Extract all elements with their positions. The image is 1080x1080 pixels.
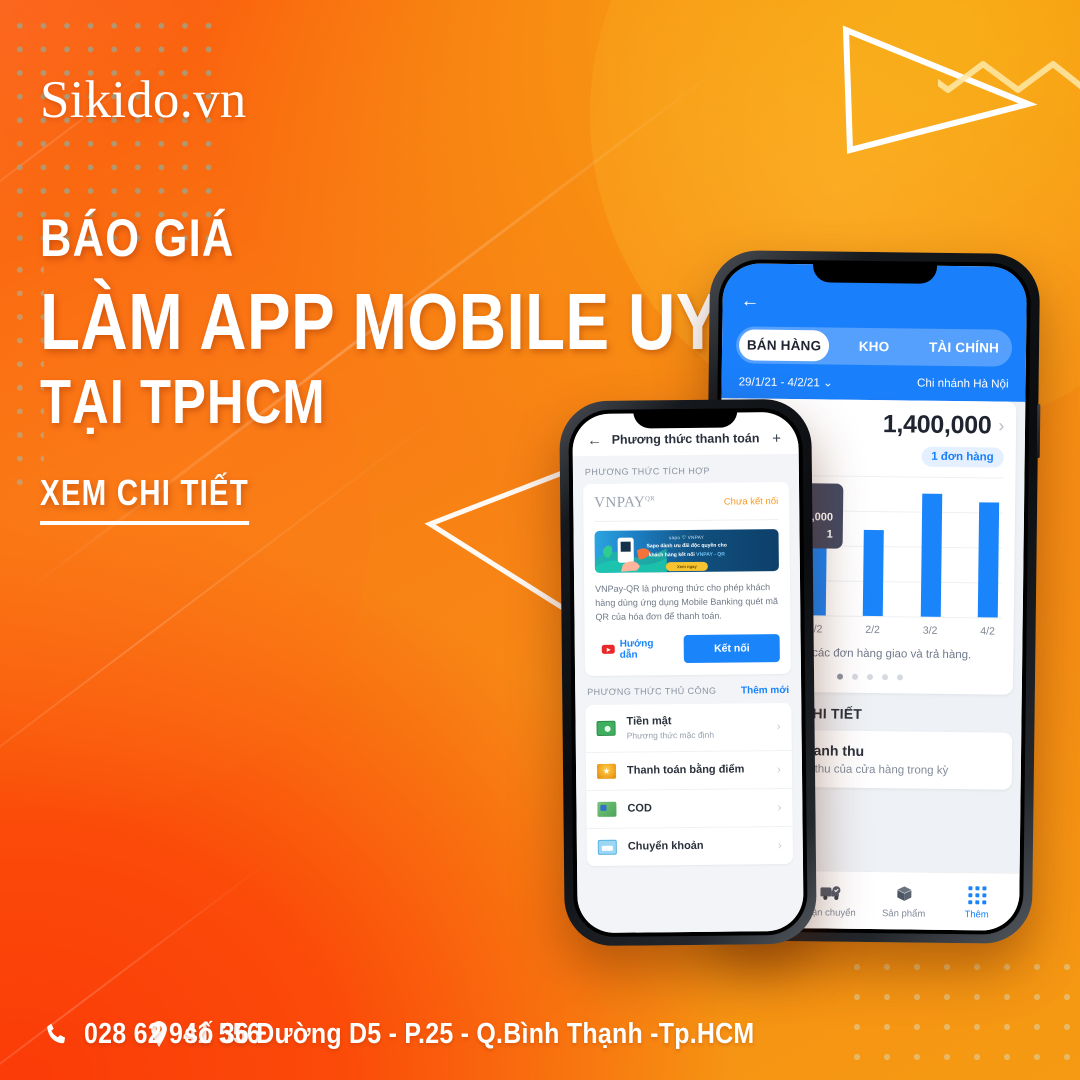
list-item-text: Tiền mật Phương thức mặc định: [626, 714, 765, 740]
chart-bar[interactable]: [920, 493, 942, 617]
method-subtitle: Phương thức mặc định: [626, 729, 715, 741]
chevron-right-icon: ›: [776, 762, 782, 777]
box-icon: [867, 882, 940, 905]
vnpay-card: VNPAYQR Chưa kết nối sapo ♡ VNPAY Sapo d…: [583, 481, 792, 676]
add-new-link[interactable]: Thêm mới: [741, 685, 789, 697]
chart-x-label: 3/2: [922, 624, 938, 637]
cta-wrapper: XEM CHI TIẾT: [40, 472, 295, 525]
arrow-left-icon[interactable]: ←: [740, 290, 1012, 313]
list-item[interactable]: Chuyển khoản ›: [587, 827, 793, 866]
grid-dots-icon: [940, 883, 1013, 906]
cash-icon: [596, 720, 616, 736]
vnpay-description: VNPay-QR là phương thức cho phép khách h…: [595, 582, 778, 623]
list-item[interactable]: Tiền mật Phương thức mặc định ›: [585, 702, 792, 753]
medal-icon: [596, 763, 617, 779]
method-title: Tiền mật: [626, 714, 672, 728]
phone-screen: ← Phương thức thanh toán + PHƯƠNG THỨC T…: [572, 411, 804, 934]
list-item[interactable]: COD ›: [586, 788, 793, 829]
youtube-play-icon: [601, 644, 615, 655]
headline-line-2: TẠI TPHCM: [40, 368, 326, 438]
chart-x-label: 4/2: [980, 625, 995, 638]
chevron-right-icon: ›: [777, 838, 782, 853]
plus-icon[interactable]: +: [768, 429, 784, 447]
branch-label[interactable]: Chi nhánh Hà Nội: [917, 377, 1009, 392]
phone-icon: [47, 1023, 66, 1044]
tab-them[interactable]: Thêm: [940, 883, 1013, 920]
section-label-integrated: PHƯƠNG THỨC TÍCH HỢP: [584, 465, 710, 478]
brand-logo[interactable]: Sikido.vn: [40, 70, 246, 130]
banner-cta-button[interactable]: Xem ngay: [665, 562, 708, 572]
revenue-amount: 1,400,000: [882, 410, 992, 440]
tab-kho[interactable]: KHO: [829, 330, 919, 362]
footer-address-text: số 36 Đường D5 - P.25 - Q.Bình Thạnh -Tp…: [184, 1017, 755, 1050]
banner-message-2: khách hàng kết nối VNPAY - QR: [648, 551, 725, 559]
vnpay-header-row: VNPAYQR Chưa kết nối: [594, 493, 779, 522]
phone-bezel: ← Phương thức thanh toán + PHƯƠNG THỨC T…: [568, 407, 808, 938]
tab-san-pham[interactable]: Sản phẩm: [867, 882, 940, 919]
see-details-link[interactable]: XEM CHI TIẾT: [40, 472, 249, 525]
chevron-down-icon: ⌄: [822, 376, 833, 390]
section-label-manual: PHƯƠNG THỨC THỦ CÔNG Thêm mới: [587, 684, 790, 698]
chart-bar[interactable]: [862, 530, 884, 617]
phone-frame: ← Phương thức thanh toán + PHƯƠNG THỨC T…: [559, 398, 817, 947]
headline-kicker: BÁO GIÁ: [40, 209, 235, 268]
method-title: Thanh toán bằng điểm: [626, 763, 745, 777]
list-item-text: COD: [627, 801, 766, 815]
list-item[interactable]: Thanh toán bằng điểm ›: [585, 750, 793, 791]
banner-brand: sapo ♡ VNPAY: [668, 534, 705, 541]
footer-address[interactable]: số 36 Đường D5 - P.25 - Q.Bình Thạnh -Tp…: [148, 1018, 847, 1051]
tab-label: Sản phẩm: [881, 907, 926, 920]
dashboard-header: ← BÁN HÀNG KHO TÀI CHÍNH 29/1/21 - 4/2/2…: [721, 263, 1028, 404]
dashboard-tabs: BÁN HÀNG KHO TÀI CHÍNH: [735, 326, 1013, 367]
page-title: Phương thức thanh toán: [611, 431, 760, 447]
chart-bar[interactable]: [977, 501, 1000, 618]
dot-grid-pattern: [8, 258, 44, 503]
arrow-left-icon[interactable]: ←: [586, 431, 602, 448]
chevron-right-icon: ›: [998, 415, 1005, 436]
cod-hand-money-icon: [597, 801, 617, 817]
banner-message-1: Sapo dành ưu đãi độc quyền cho: [646, 542, 727, 550]
vnpay-promo-banner[interactable]: sapo ♡ VNPAY Sapo dành ưu đãi độc quyền …: [594, 529, 779, 573]
payment-body: PHƯƠNG THỨC TÍCH HỢP VNPAYQR Chưa kết nố…: [572, 453, 804, 934]
guide-link[interactable]: Hướng dẫn: [596, 638, 674, 661]
method-title: COD: [627, 802, 652, 815]
zigzag-line-icon: [938, 61, 1080, 93]
headline-line-1: LÀM APP MOBILE UY TÍN: [40, 277, 844, 367]
payment-method-list: Tiền mật Phương thức mặc định › Thanh to…: [585, 702, 794, 866]
vnpay-status: Chưa kết nối: [723, 496, 779, 508]
footer-bar: 028 62 941 556 số 36 Đường D5 - P.25 - Q…: [0, 988, 1080, 1080]
method-title: Chuyển khoản: [627, 840, 704, 853]
list-item-text: Chuyển khoản: [627, 839, 767, 853]
dashboard-meta: 29/1/21 - 4/2/21 ⌄ Chi nhánh Hà Nội: [736, 374, 1012, 391]
date-range-selector[interactable]: 29/1/21 - 4/2/21 ⌄: [739, 374, 833, 389]
vnpay-actions: Hướng dẫn Kết nối: [596, 633, 780, 664]
vnpay-logo: VNPAYQR: [594, 494, 655, 511]
chevron-right-icon: ›: [777, 800, 782, 815]
tab-ban-hang[interactable]: BÁN HÀNG: [738, 329, 830, 362]
tab-tai-chinh[interactable]: TÀI CHÍNH: [919, 332, 1009, 364]
banner-text: sapo ♡ VNPAY Sapo dành ưu đãi độc quyền …: [622, 534, 752, 572]
phone-notch: [633, 408, 738, 429]
bank-card-icon: [597, 839, 617, 855]
connect-button[interactable]: Kết nối: [683, 633, 780, 663]
phone-notch: [812, 260, 938, 284]
chart-x-label: 2/2: [865, 623, 880, 637]
phone-mockup-payment: ← Phương thức thanh toán + PHƯƠNG THỨC T…: [559, 398, 817, 947]
orders-count-badge: 1 đơn hàng: [921, 446, 1004, 468]
tab-label: Thêm: [964, 908, 989, 920]
list-item-text: Thanh toán bằng điểm: [626, 763, 766, 777]
chevron-right-icon: ›: [776, 719, 781, 734]
